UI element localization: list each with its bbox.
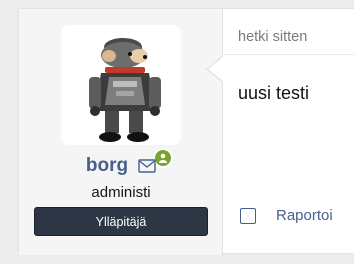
message-timestamp[interactable]: hetki sitten	[238, 29, 307, 45]
select-checkbox[interactable]	[240, 207, 256, 224]
username-row: borg	[19, 155, 223, 177]
user-banner: Ylläpitäjä	[34, 207, 208, 236]
username-link[interactable]: borg	[86, 155, 128, 177]
message-header: hetki sitten	[224, 9, 354, 55]
message-user-panel: borg administi Ylläpitäjä	[19, 9, 223, 255]
envelope-icon[interactable]	[138, 159, 156, 173]
user-title: administi	[91, 184, 151, 201]
message-content: hetki sitten uusi testi Raportoi	[224, 9, 354, 255]
avatar-image	[89, 38, 161, 142]
message-footer: Raportoi	[240, 207, 333, 224]
avatar[interactable]	[61, 25, 181, 168]
message-arrow-inner	[208, 56, 224, 82]
message-card: borg administi Ylläpitäjä hetki sitten u…	[18, 8, 354, 255]
report-link[interactable]: Raportoi	[276, 207, 333, 224]
message-body: uusi testi	[238, 83, 310, 103]
